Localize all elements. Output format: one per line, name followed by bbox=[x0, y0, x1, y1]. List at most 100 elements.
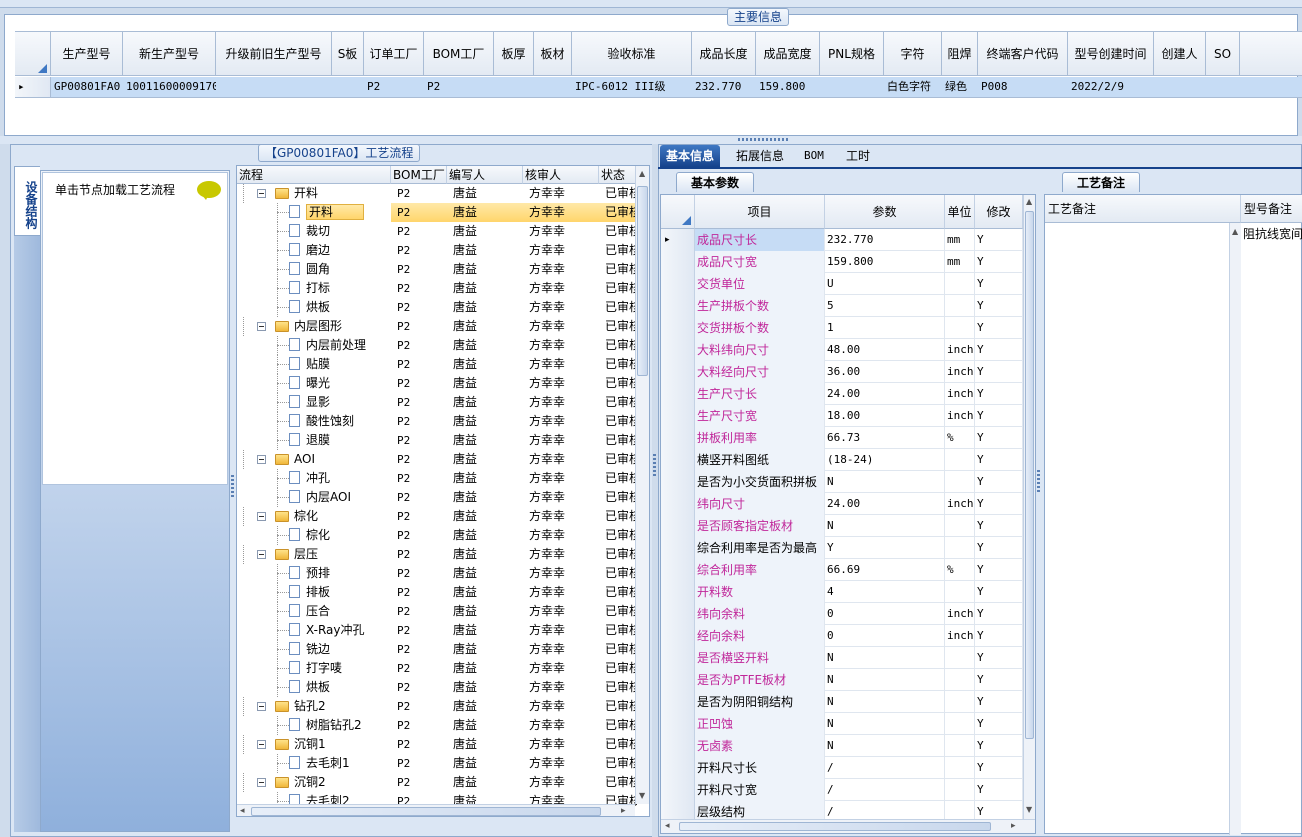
flow-cell-status[interactable]: 已审核 bbox=[605, 241, 637, 260]
flow-cell-bom[interactable]: P2 bbox=[397, 507, 447, 526]
flow-cell-writer[interactable]: 唐益 bbox=[453, 450, 523, 469]
flow-cell-bom[interactable]: P2 bbox=[397, 336, 447, 355]
flow-cell-writer[interactable]: 唐益 bbox=[453, 336, 523, 355]
flow-cell-writer[interactable]: 唐益 bbox=[453, 412, 523, 431]
flow-cell-reviewer[interactable]: 方幸幸 bbox=[529, 469, 599, 488]
flow-row[interactable]: 钻孔2 P2 唐益方幸幸已审核 bbox=[237, 697, 637, 716]
flow-node[interactable]: 开料 bbox=[237, 184, 391, 203]
flow-cell-bom[interactable]: P2 bbox=[397, 260, 447, 279]
tab-equipment-structure[interactable]: 设备结构 bbox=[14, 166, 40, 236]
flow-cell-writer[interactable]: 唐益 bbox=[453, 754, 523, 773]
params-cell-unit[interactable] bbox=[945, 449, 975, 471]
params-cell-value[interactable]: 48.00 bbox=[825, 339, 945, 361]
params-cell-value[interactable]: 18.00 bbox=[825, 405, 945, 427]
params-row-header[interactable] bbox=[661, 251, 695, 273]
params-row[interactable]: ▸ 成品尺寸长 232.770 mm Y bbox=[661, 229, 1023, 251]
horizontal-splitter[interactable] bbox=[0, 136, 1302, 144]
flow-cell-reviewer[interactable]: 方幸幸 bbox=[529, 754, 599, 773]
flow-row[interactable]: 圆角 P2 唐益方幸幸已审核 bbox=[237, 260, 637, 279]
params-row-header[interactable] bbox=[661, 427, 695, 449]
flow-node[interactable]: 退膜 bbox=[237, 431, 391, 450]
params-cell-value[interactable]: N bbox=[825, 669, 945, 691]
scroll-up-arrow-icon[interactable]: ▲ bbox=[639, 169, 645, 178]
flow-cell-reviewer[interactable]: 方幸幸 bbox=[529, 336, 599, 355]
flow-cell-status[interactable]: 已审核 bbox=[605, 621, 637, 640]
main-cell-13[interactable]: 绿色 bbox=[942, 77, 978, 97]
flow-cell-bom[interactable]: P2 bbox=[397, 393, 447, 412]
params-cell-mod[interactable]: Y bbox=[975, 273, 1023, 295]
flow-node[interactable]: 棕化 bbox=[237, 526, 391, 545]
params-cell-item[interactable]: 是否顾客指定板材 bbox=[695, 515, 825, 537]
flow-row[interactable]: 烘板 P2 唐益方幸幸已审核 bbox=[237, 298, 637, 317]
collapse-icon[interactable] bbox=[257, 702, 266, 711]
params-cell-unit[interactable] bbox=[945, 581, 975, 603]
params-cell-value[interactable]: 4 bbox=[825, 581, 945, 603]
flow-cell-reviewer[interactable]: 方幸幸 bbox=[529, 184, 599, 203]
params-cell-mod[interactable]: Y bbox=[975, 317, 1023, 339]
scroll-right-arrow-icon[interactable]: ▸ bbox=[621, 806, 626, 816]
params-cell-value[interactable]: 0 bbox=[825, 603, 945, 625]
flow-cell-status[interactable]: 已审核 bbox=[605, 488, 637, 507]
flow-cell-writer[interactable]: 唐益 bbox=[447, 203, 523, 222]
flow-row[interactable]: 开料P2唐益方幸幸已审核 bbox=[237, 184, 637, 203]
flow-cell-reviewer[interactable]: 方幸幸 bbox=[529, 241, 599, 260]
flow-cell-bom[interactable]: P2 bbox=[397, 697, 447, 716]
flow-cell-reviewer[interactable]: 方幸幸 bbox=[529, 583, 599, 602]
params-row[interactable]: 开料数 4 Y bbox=[661, 581, 1023, 603]
params-cell-item[interactable]: 横竖开料图纸 bbox=[695, 449, 825, 471]
scroll-left-arrow-icon[interactable]: ◂ bbox=[240, 806, 245, 816]
process-remarks-tab[interactable]: 工艺备注 bbox=[1062, 172, 1141, 192]
flow-cell-reviewer[interactable]: 方幸幸 bbox=[529, 678, 599, 697]
params-cell-item[interactable]: 无卤素 bbox=[695, 735, 825, 757]
params-col-2[interactable]: 单位 bbox=[945, 195, 975, 229]
flow-row[interactable]: 曝光 P2 唐益方幸幸已审核 bbox=[237, 374, 637, 393]
params-row[interactable]: 生产尺寸长 24.00 inch Y bbox=[661, 383, 1023, 405]
main-col-3[interactable]: S板 bbox=[332, 32, 364, 76]
params-col-0[interactable]: 项目 bbox=[695, 195, 825, 229]
params-cell-mod[interactable]: Y bbox=[975, 361, 1023, 383]
flow-cell-status[interactable]: 已审核 bbox=[605, 393, 637, 412]
flow-col-0[interactable]: 流程 bbox=[237, 166, 391, 184]
flow-cell-writer[interactable]: 唐益 bbox=[453, 564, 523, 583]
flow-cell-reviewer[interactable]: 方幸幸 bbox=[529, 279, 599, 298]
params-cell-item[interactable]: 是否为小交货面积拼板 bbox=[695, 471, 825, 493]
params-cell-mod[interactable]: Y bbox=[975, 647, 1023, 669]
flow-row[interactable]: 去毛刺1 P2 唐益方幸幸已审核 bbox=[237, 754, 637, 773]
flow-cell-reviewer[interactable]: 方幸幸 bbox=[529, 564, 599, 583]
params-cell-item[interactable]: 生产拼板个数 bbox=[695, 295, 825, 317]
params-row-header[interactable] bbox=[661, 603, 695, 625]
flow-row[interactable]: 内层AOI P2 唐益方幸幸已审核 bbox=[237, 488, 637, 507]
tab-1[interactable]: 拓展信息 bbox=[730, 145, 790, 167]
flow-cell-status[interactable]: 已审核 bbox=[605, 260, 637, 279]
flow-cell-status[interactable]: 已审核 bbox=[605, 564, 637, 583]
main-cell-5[interactable]: P2 bbox=[424, 77, 494, 97]
flow-node[interactable]: 棕化 bbox=[237, 507, 391, 526]
scroll-down-arrow-icon[interactable]: ▼ bbox=[1026, 805, 1032, 814]
flow-cell-bom[interactable]: P2 bbox=[397, 754, 447, 773]
params-scroll-thumb[interactable] bbox=[1025, 211, 1034, 739]
params-row-header[interactable] bbox=[661, 581, 695, 603]
params-cell-value[interactable]: 24.00 bbox=[825, 493, 945, 515]
params-row-header[interactable] bbox=[661, 295, 695, 317]
flow-row[interactable]: 酸性蚀刻 P2 唐益方幸幸已审核 bbox=[237, 412, 637, 431]
flow-cell-writer[interactable]: 唐益 bbox=[453, 431, 523, 450]
params-cell-unit[interactable]: mm bbox=[945, 251, 975, 273]
tree-horizontal-scrollbar[interactable]: ◂ ▸ bbox=[237, 804, 635, 816]
flow-cell-reviewer[interactable]: 方幸幸 bbox=[529, 773, 599, 792]
flow-row[interactable]: 棕化 P2 唐益方幸幸已审核 bbox=[237, 507, 637, 526]
scroll-left-arrow-icon[interactable]: ◂ bbox=[665, 821, 670, 831]
params-cell-value[interactable]: N bbox=[825, 471, 945, 493]
flow-cell-writer[interactable]: 唐益 bbox=[453, 393, 523, 412]
params-cell-unit[interactable] bbox=[945, 713, 975, 735]
flow-cell-writer[interactable]: 唐益 bbox=[453, 469, 523, 488]
flow-node[interactable]: 预排 bbox=[237, 564, 391, 583]
flow-row[interactable]: 开料P2唐益方幸幸已审核 bbox=[237, 203, 637, 222]
params-cell-item[interactable]: 经向余料 bbox=[695, 625, 825, 647]
flow-row[interactable]: 显影 P2 唐益方幸幸已审核 bbox=[237, 393, 637, 412]
flow-node[interactable]: 打标 bbox=[237, 279, 391, 298]
main-cell-10[interactable]: 159.800 bbox=[756, 77, 820, 97]
flow-cell-status[interactable]: 已审核 bbox=[605, 450, 637, 469]
params-cell-item[interactable]: 生产尺寸宽 bbox=[695, 405, 825, 427]
params-hscroll-thumb[interactable] bbox=[679, 822, 991, 831]
params-cell-value[interactable]: N bbox=[825, 647, 945, 669]
